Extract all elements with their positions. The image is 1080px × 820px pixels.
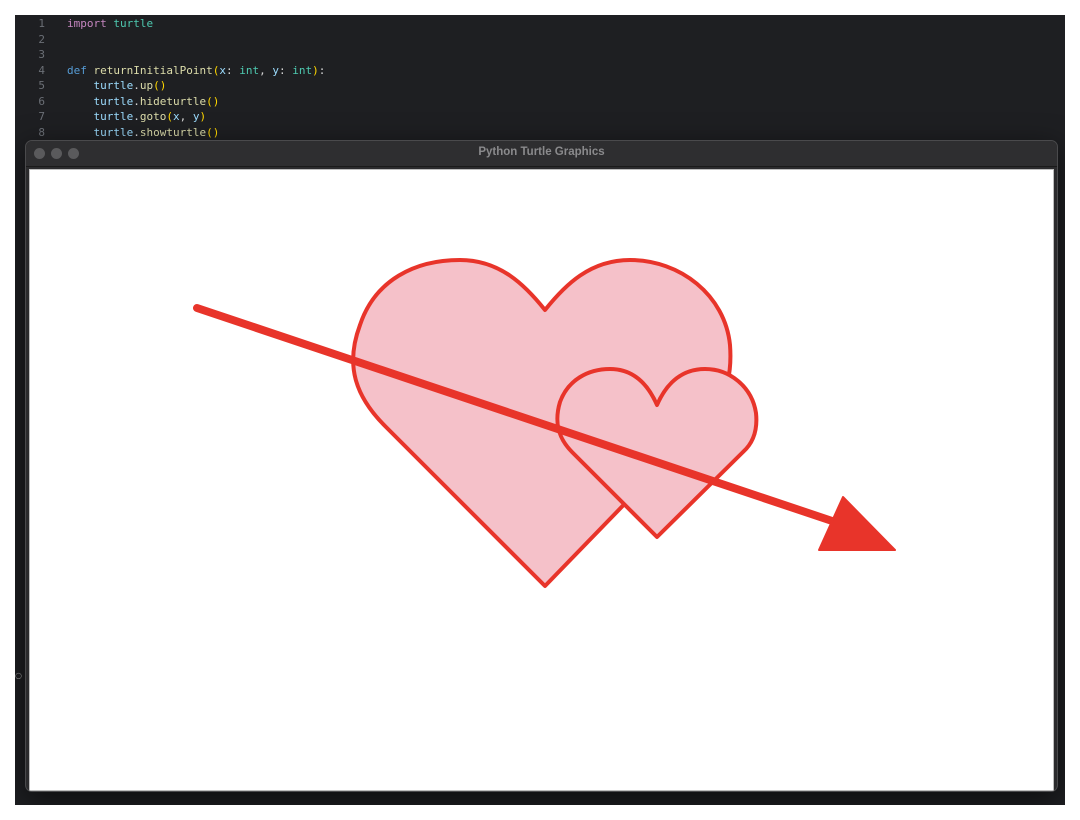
edge-marker: ○ bbox=[15, 671, 22, 680]
code-token: y bbox=[272, 63, 279, 77]
line-number: 8 bbox=[38, 125, 45, 139]
code-token: y bbox=[192, 110, 200, 123]
code-token: : bbox=[278, 63, 293, 77]
line-number: 3 bbox=[38, 48, 45, 61]
code-token: returnInitialPoint bbox=[93, 63, 213, 77]
code-token: . bbox=[133, 94, 140, 108]
code-token: () bbox=[206, 125, 220, 139]
code-line[interactable]: 8 turtle.showturtle() bbox=[15, 125, 1065, 141]
code-text: turtle.hideturtle() bbox=[67, 94, 220, 110]
line-number: 7 bbox=[38, 110, 45, 123]
code-token: : bbox=[225, 63, 240, 77]
code-token: up bbox=[139, 79, 154, 92]
code-line[interactable]: 7 turtle.goto(x, y) bbox=[15, 109, 1065, 125]
code-token: ) bbox=[199, 110, 207, 123]
code-token: import bbox=[67, 17, 107, 30]
code-token: turtle bbox=[93, 94, 134, 108]
code-text: turtle.goto(x, y) bbox=[67, 109, 207, 125]
code-token: int bbox=[292, 63, 313, 77]
code-editor[interactable]: 1 import turtle 2 3 4 def returnInitialPoint(… bbox=[15, 15, 1065, 156]
window-title: Python Turtle Graphics bbox=[478, 146, 605, 158]
code-token: def bbox=[67, 63, 87, 77]
code-token: ( bbox=[166, 110, 173, 123]
code-token: , bbox=[259, 63, 273, 77]
code-text: import turtle bbox=[67, 16, 153, 32]
code-text: turtle.up() bbox=[67, 78, 167, 94]
code-line[interactable]: 6 turtle.hideturtle() bbox=[15, 94, 1065, 110]
code-token: turtle bbox=[93, 110, 134, 123]
code-line[interactable]: 5 turtle.up() bbox=[15, 78, 1065, 94]
code-token: int bbox=[239, 63, 260, 77]
code-token: ) bbox=[312, 63, 319, 77]
window-titlebar[interactable]: Python Turtle Graphics bbox=[26, 141, 1057, 167]
code-token: . bbox=[133, 125, 140, 139]
code-line[interactable]: 4 def returnInitialPoint(x: int, y: int): bbox=[15, 63, 1065, 79]
code-token: goto bbox=[139, 110, 167, 123]
code-token: turtle bbox=[113, 17, 154, 30]
line-number: 5 bbox=[38, 79, 45, 92]
code-token: , bbox=[179, 110, 193, 123]
code-token: . bbox=[133, 79, 140, 92]
turtle-canvas[interactable] bbox=[29, 169, 1054, 791]
turtle-graphics-window[interactable]: Python Turtle Graphics bbox=[25, 140, 1058, 792]
code-token: turtle bbox=[93, 79, 134, 92]
code-text: def returnInitialPoint(x: int, y: int): bbox=[67, 63, 325, 79]
arrow-head bbox=[818, 496, 896, 551]
code-token: x bbox=[219, 63, 226, 77]
line-number: 2 bbox=[38, 32, 45, 46]
code-token: . bbox=[133, 110, 140, 123]
code-token: hideturtle bbox=[139, 94, 207, 108]
code-text: turtle.showturtle() bbox=[67, 125, 220, 141]
code-token: x bbox=[173, 110, 180, 123]
code-token: () bbox=[206, 94, 220, 108]
line-number: 6 bbox=[38, 94, 45, 108]
desktop-screen: 1 import turtle 2 3 4 def returnInitialPoint(… bbox=[15, 15, 1065, 805]
code-token: : bbox=[318, 63, 326, 77]
code-token: showturtle bbox=[139, 125, 207, 139]
line-number: 1 bbox=[38, 17, 45, 30]
line-number: 4 bbox=[38, 63, 45, 77]
code-line[interactable]: 1 import turtle bbox=[15, 16, 1065, 32]
turtle-drawing bbox=[193, 258, 896, 588]
code-line[interactable]: 2 bbox=[15, 32, 1065, 48]
code-token: () bbox=[153, 79, 167, 92]
code-token: turtle bbox=[93, 125, 134, 139]
code-line[interactable]: 3 bbox=[15, 47, 1065, 63]
